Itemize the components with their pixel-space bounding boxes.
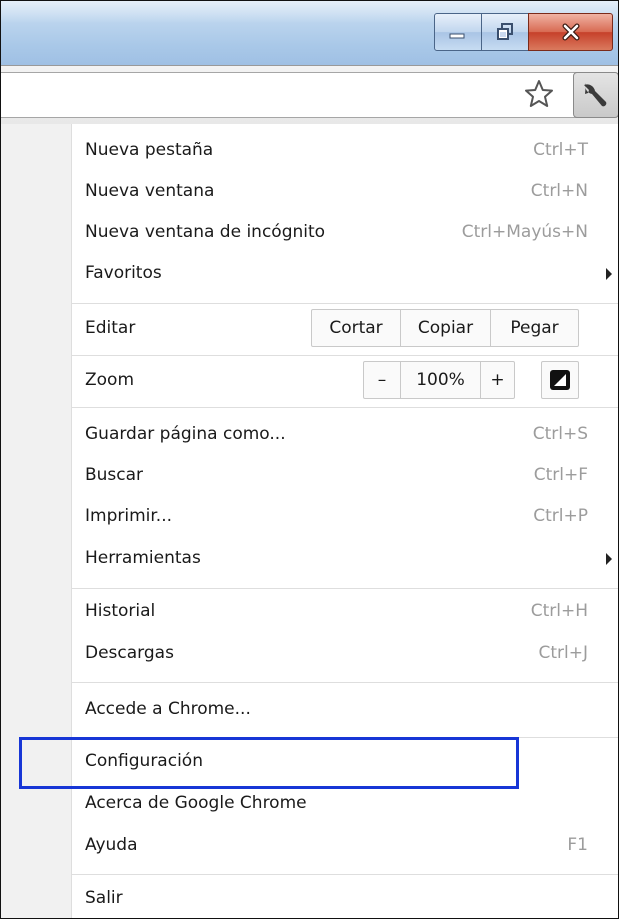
menu-item-label: Historial [85, 601, 156, 621]
menu-item-label: Nueva ventana [85, 181, 215, 201]
menu-item-label: Favoritos [85, 263, 162, 283]
minimize-button[interactable] [434, 13, 482, 51]
menu-item-label: Imprimir... [85, 506, 173, 526]
menu-item-label: Nueva ventana de incógnito [85, 222, 326, 242]
menu-item-nueva-ventana[interactable]: Nueva ventana Ctrl+N [71, 172, 618, 212]
title-bar [1, 1, 618, 65]
menu-item-label: Herramientas [85, 548, 201, 568]
zoom-in-button[interactable]: + [480, 362, 514, 398]
browser-toolbar [1, 65, 618, 125]
menu-item-nueva-pestana[interactable]: Nueva pestaña Ctrl+T [71, 131, 618, 171]
menu-item-shortcut: Ctrl+J [538, 643, 588, 663]
close-icon [562, 23, 579, 41]
menu-item-label: Guardar página como... [85, 424, 286, 444]
menu-item-salir[interactable]: Salir [71, 879, 618, 918]
zoom-level: 100% [400, 362, 480, 398]
paste-button[interactable]: Pegar [490, 310, 578, 346]
menu-item-label: Buscar [85, 465, 144, 485]
menu-item-shortcut: F1 [567, 835, 588, 855]
menu-item-label: Ayuda [85, 835, 138, 855]
menu-separator [71, 588, 618, 589]
menu-item-label: Editar [85, 318, 136, 338]
chrome-window: Nueva pestaña Ctrl+T Nueva ventana Ctrl+… [0, 0, 619, 919]
menu-row-zoom: Zoom – 100% + [71, 359, 618, 403]
menu-item-acceder[interactable]: Accede a Chrome... [71, 690, 618, 730]
menu-item-label: Acerca de Google Chrome [85, 793, 307, 813]
menu-separator [71, 303, 618, 304]
minimize-icon [449, 33, 465, 39]
maximize-icon [497, 23, 513, 40]
star-icon[interactable] [523, 78, 555, 110]
submenu-arrow-icon [606, 553, 612, 565]
omnibox[interactable] [1, 72, 586, 118]
menu-item-label: Accede a Chrome... [85, 699, 251, 719]
menu-item-buscar[interactable]: Buscar Ctrl+F [71, 456, 618, 496]
menu-item-guardar[interactable]: Guardar página como... Ctrl+S [71, 415, 618, 455]
menu-separator [71, 682, 618, 683]
edit-button-group: Cortar Copiar Pegar [311, 309, 579, 347]
submenu-arrow-icon [606, 268, 612, 280]
menu-gutter [1, 124, 72, 918]
menu-item-acerca[interactable]: Acerca de Google Chrome [71, 784, 618, 824]
menu-item-incognito[interactable]: Nueva ventana de incógnito Ctrl+Mayús+N [71, 213, 618, 253]
zoom-out-button[interactable]: – [364, 362, 400, 398]
maximize-button[interactable] [481, 13, 529, 51]
menu-separator [71, 874, 618, 875]
menu-item-shortcut: Ctrl+F [533, 465, 588, 485]
menu-separator [71, 407, 618, 408]
menu-item-shortcut: Ctrl+T [533, 140, 588, 160]
menu-item-label: Descargas [85, 643, 174, 663]
copy-button[interactable]: Copiar [400, 310, 490, 346]
menu-item-shortcut: Ctrl+P [533, 506, 588, 526]
menu-item-favoritos[interactable]: Favoritos [71, 254, 618, 294]
menu-separator [71, 355, 618, 356]
menu-item-shortcut: Ctrl+S [532, 424, 588, 444]
menu-item-descargas[interactable]: Descargas Ctrl+J [71, 634, 618, 674]
menu-item-imprimir[interactable]: Imprimir... Ctrl+P [71, 497, 618, 537]
menu-item-herramientas[interactable]: Herramientas [71, 539, 618, 579]
zoom-control-group: – 100% + [363, 361, 515, 399]
fullscreen-icon [550, 370, 570, 390]
menu-item-historial[interactable]: Historial Ctrl+H [71, 592, 618, 632]
cut-button[interactable]: Cortar [312, 310, 400, 346]
close-button[interactable] [528, 13, 613, 51]
menu-item-ayuda[interactable]: Ayuda F1 [71, 826, 618, 866]
menu-row-editar: Editar Cortar Copiar Pegar [71, 307, 618, 351]
fullscreen-button[interactable] [541, 361, 579, 399]
wrench-menu-button[interactable] [573, 72, 618, 118]
configuracion-highlight-box [19, 737, 519, 789]
menu-item-label: Zoom [85, 370, 135, 390]
wrench-icon [584, 83, 607, 107]
menu-item-shortcut: Ctrl+N [530, 181, 588, 201]
chrome-menu: Nueva pestaña Ctrl+T Nueva ventana Ctrl+… [1, 124, 618, 918]
menu-item-shortcut: Ctrl+H [530, 601, 588, 621]
menu-item-label: Salir [85, 888, 123, 908]
menu-item-label: Nueva pestaña [85, 140, 214, 160]
menu-item-shortcut: Ctrl+Mayús+N [461, 222, 588, 242]
